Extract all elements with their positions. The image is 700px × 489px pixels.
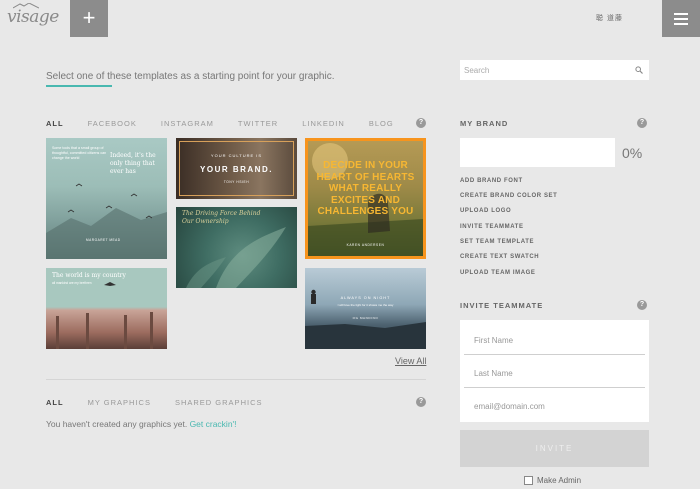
menu-icon-bar-3 bbox=[674, 23, 688, 25]
template-text: Some tools that a small group of thought… bbox=[52, 146, 107, 160]
tab-facebook[interactable]: FACEBOOK bbox=[88, 119, 137, 128]
tab-graphics-all[interactable]: ALL bbox=[46, 398, 64, 407]
user-name[interactable]: 聪 道藤 bbox=[596, 13, 623, 23]
tab-blog[interactable]: BLOG bbox=[369, 119, 394, 128]
first-name-field[interactable]: First Name bbox=[464, 322, 645, 355]
set-team-template-link[interactable]: SET TEAM TEMPLATE bbox=[460, 239, 534, 245]
tab-my-graphics[interactable]: MY GRAPHICS bbox=[88, 398, 151, 407]
make-admin-label: Make Admin bbox=[537, 476, 582, 485]
make-admin-option[interactable]: Make Admin bbox=[524, 476, 581, 485]
graphics-tabs: ALL MY GRAPHICS SHARED GRAPHICS bbox=[46, 398, 262, 407]
upload-team-image-link[interactable]: UPLOAD TEAM IMAGE bbox=[460, 270, 536, 276]
template-credit: TONY HSIEH bbox=[223, 180, 250, 184]
my-brand-title: MY BRAND bbox=[460, 119, 509, 128]
invite-form: First Name Last Name email@domain.com bbox=[460, 320, 649, 422]
empty-state: You haven't created any graphics yet. Ge… bbox=[46, 419, 237, 429]
search-box[interactable] bbox=[460, 60, 649, 81]
invite-teammate-link[interactable]: INVITE TEAMMATE bbox=[460, 224, 524, 230]
template-text: DECIDE IN YOUR HEART OF HEARTS WHAT REAL… bbox=[316, 160, 415, 217]
template-card-night[interactable]: ALWAYS ON NIGHT I will love the light fo… bbox=[305, 268, 426, 349]
template-card-decide[interactable]: DECIDE IN YOUR HEART OF HEARTS WHAT REAL… bbox=[305, 138, 426, 259]
template-text: ALWAYS ON NIGHT bbox=[340, 296, 391, 300]
brand-help-icon[interactable]: ? bbox=[637, 118, 647, 128]
graphics-help-icon[interactable]: ? bbox=[416, 397, 426, 407]
email-field[interactable]: email@domain.com bbox=[464, 388, 645, 421]
brand-progress-percent: 0% bbox=[622, 145, 643, 161]
template-card-birds[interactable]: Some tools that a small group of thought… bbox=[46, 138, 167, 259]
tab-instagram[interactable]: INSTAGRAM bbox=[161, 119, 214, 128]
create-text-swatch-link[interactable]: CREATE TEXT SWATCH bbox=[460, 254, 539, 260]
section-divider bbox=[46, 379, 426, 380]
last-name-field[interactable]: Last Name bbox=[464, 355, 645, 388]
template-card-world[interactable]: The world is my country all mankind are … bbox=[46, 268, 167, 349]
make-admin-checkbox[interactable] bbox=[524, 476, 533, 485]
tab-all[interactable]: ALL bbox=[46, 119, 64, 128]
search-input[interactable] bbox=[460, 60, 630, 81]
invite-teammate-title: INVITE TEAMMATE bbox=[460, 301, 544, 310]
intro-text: Select one of these templates as a start… bbox=[46, 71, 335, 82]
search-icon[interactable] bbox=[635, 66, 643, 74]
template-credit: KAREN ANDERSEN bbox=[346, 243, 385, 247]
add-brand-font-link[interactable]: ADD BRAND FONT bbox=[460, 178, 523, 184]
tab-shared-graphics[interactable]: SHARED GRAPHICS bbox=[175, 398, 263, 407]
view-all-link[interactable]: View All bbox=[395, 356, 426, 366]
menu-icon-bar-1 bbox=[674, 13, 688, 15]
upload-logo-link[interactable]: UPLOAD LOGO bbox=[460, 208, 511, 214]
empty-state-text: You haven't created any graphics yet. bbox=[46, 419, 188, 429]
tab-linkedin[interactable]: LINKEDIN bbox=[302, 119, 345, 128]
template-text: YOUR BRAND. bbox=[200, 165, 273, 174]
invite-help-icon[interactable]: ? bbox=[637, 300, 647, 310]
templates-help-icon[interactable]: ? bbox=[416, 118, 426, 128]
brand-progress-bar bbox=[460, 138, 615, 167]
cityscape-scene-icon bbox=[305, 289, 426, 349]
template-text: all mankind are my brethren bbox=[52, 281, 92, 285]
template-text: I will love the light for it shows me th… bbox=[337, 303, 394, 307]
menu-icon-bar-2 bbox=[674, 18, 688, 20]
menu-button[interactable] bbox=[662, 0, 700, 37]
invite-button[interactable]: INVITE bbox=[460, 430, 649, 467]
template-card-brand[interactable]: YOUR CULTURE IS YOUR BRAND. TONY HSIEH bbox=[176, 138, 297, 199]
template-text: Indeed, it's the only thing that ever ha… bbox=[110, 152, 156, 175]
tab-twitter[interactable]: TWITTER bbox=[238, 119, 278, 128]
template-text: The Driving Force Behind Our Ownership bbox=[182, 210, 261, 225]
create-brand-color-set-link[interactable]: CREATE BRAND COLOR SET bbox=[460, 193, 557, 199]
template-credit: OG MANDINO bbox=[352, 316, 379, 320]
template-credit: MARGARET MEAD bbox=[86, 238, 121, 242]
template-text: The world is my country bbox=[52, 272, 126, 279]
logo[interactable]: visage bbox=[7, 7, 59, 27]
get-crackin-link[interactable]: Get crackin'! bbox=[190, 419, 237, 429]
template-card-driving-force[interactable]: The Driving Force Behind Our Ownership bbox=[176, 207, 297, 288]
add-button[interactable]: + bbox=[70, 0, 108, 37]
template-text: YOUR CULTURE IS bbox=[210, 153, 263, 158]
intro-underline bbox=[46, 85, 112, 87]
template-tabs: ALL FACEBOOK INSTAGRAM TWITTER LINKEDIN … bbox=[46, 119, 394, 128]
